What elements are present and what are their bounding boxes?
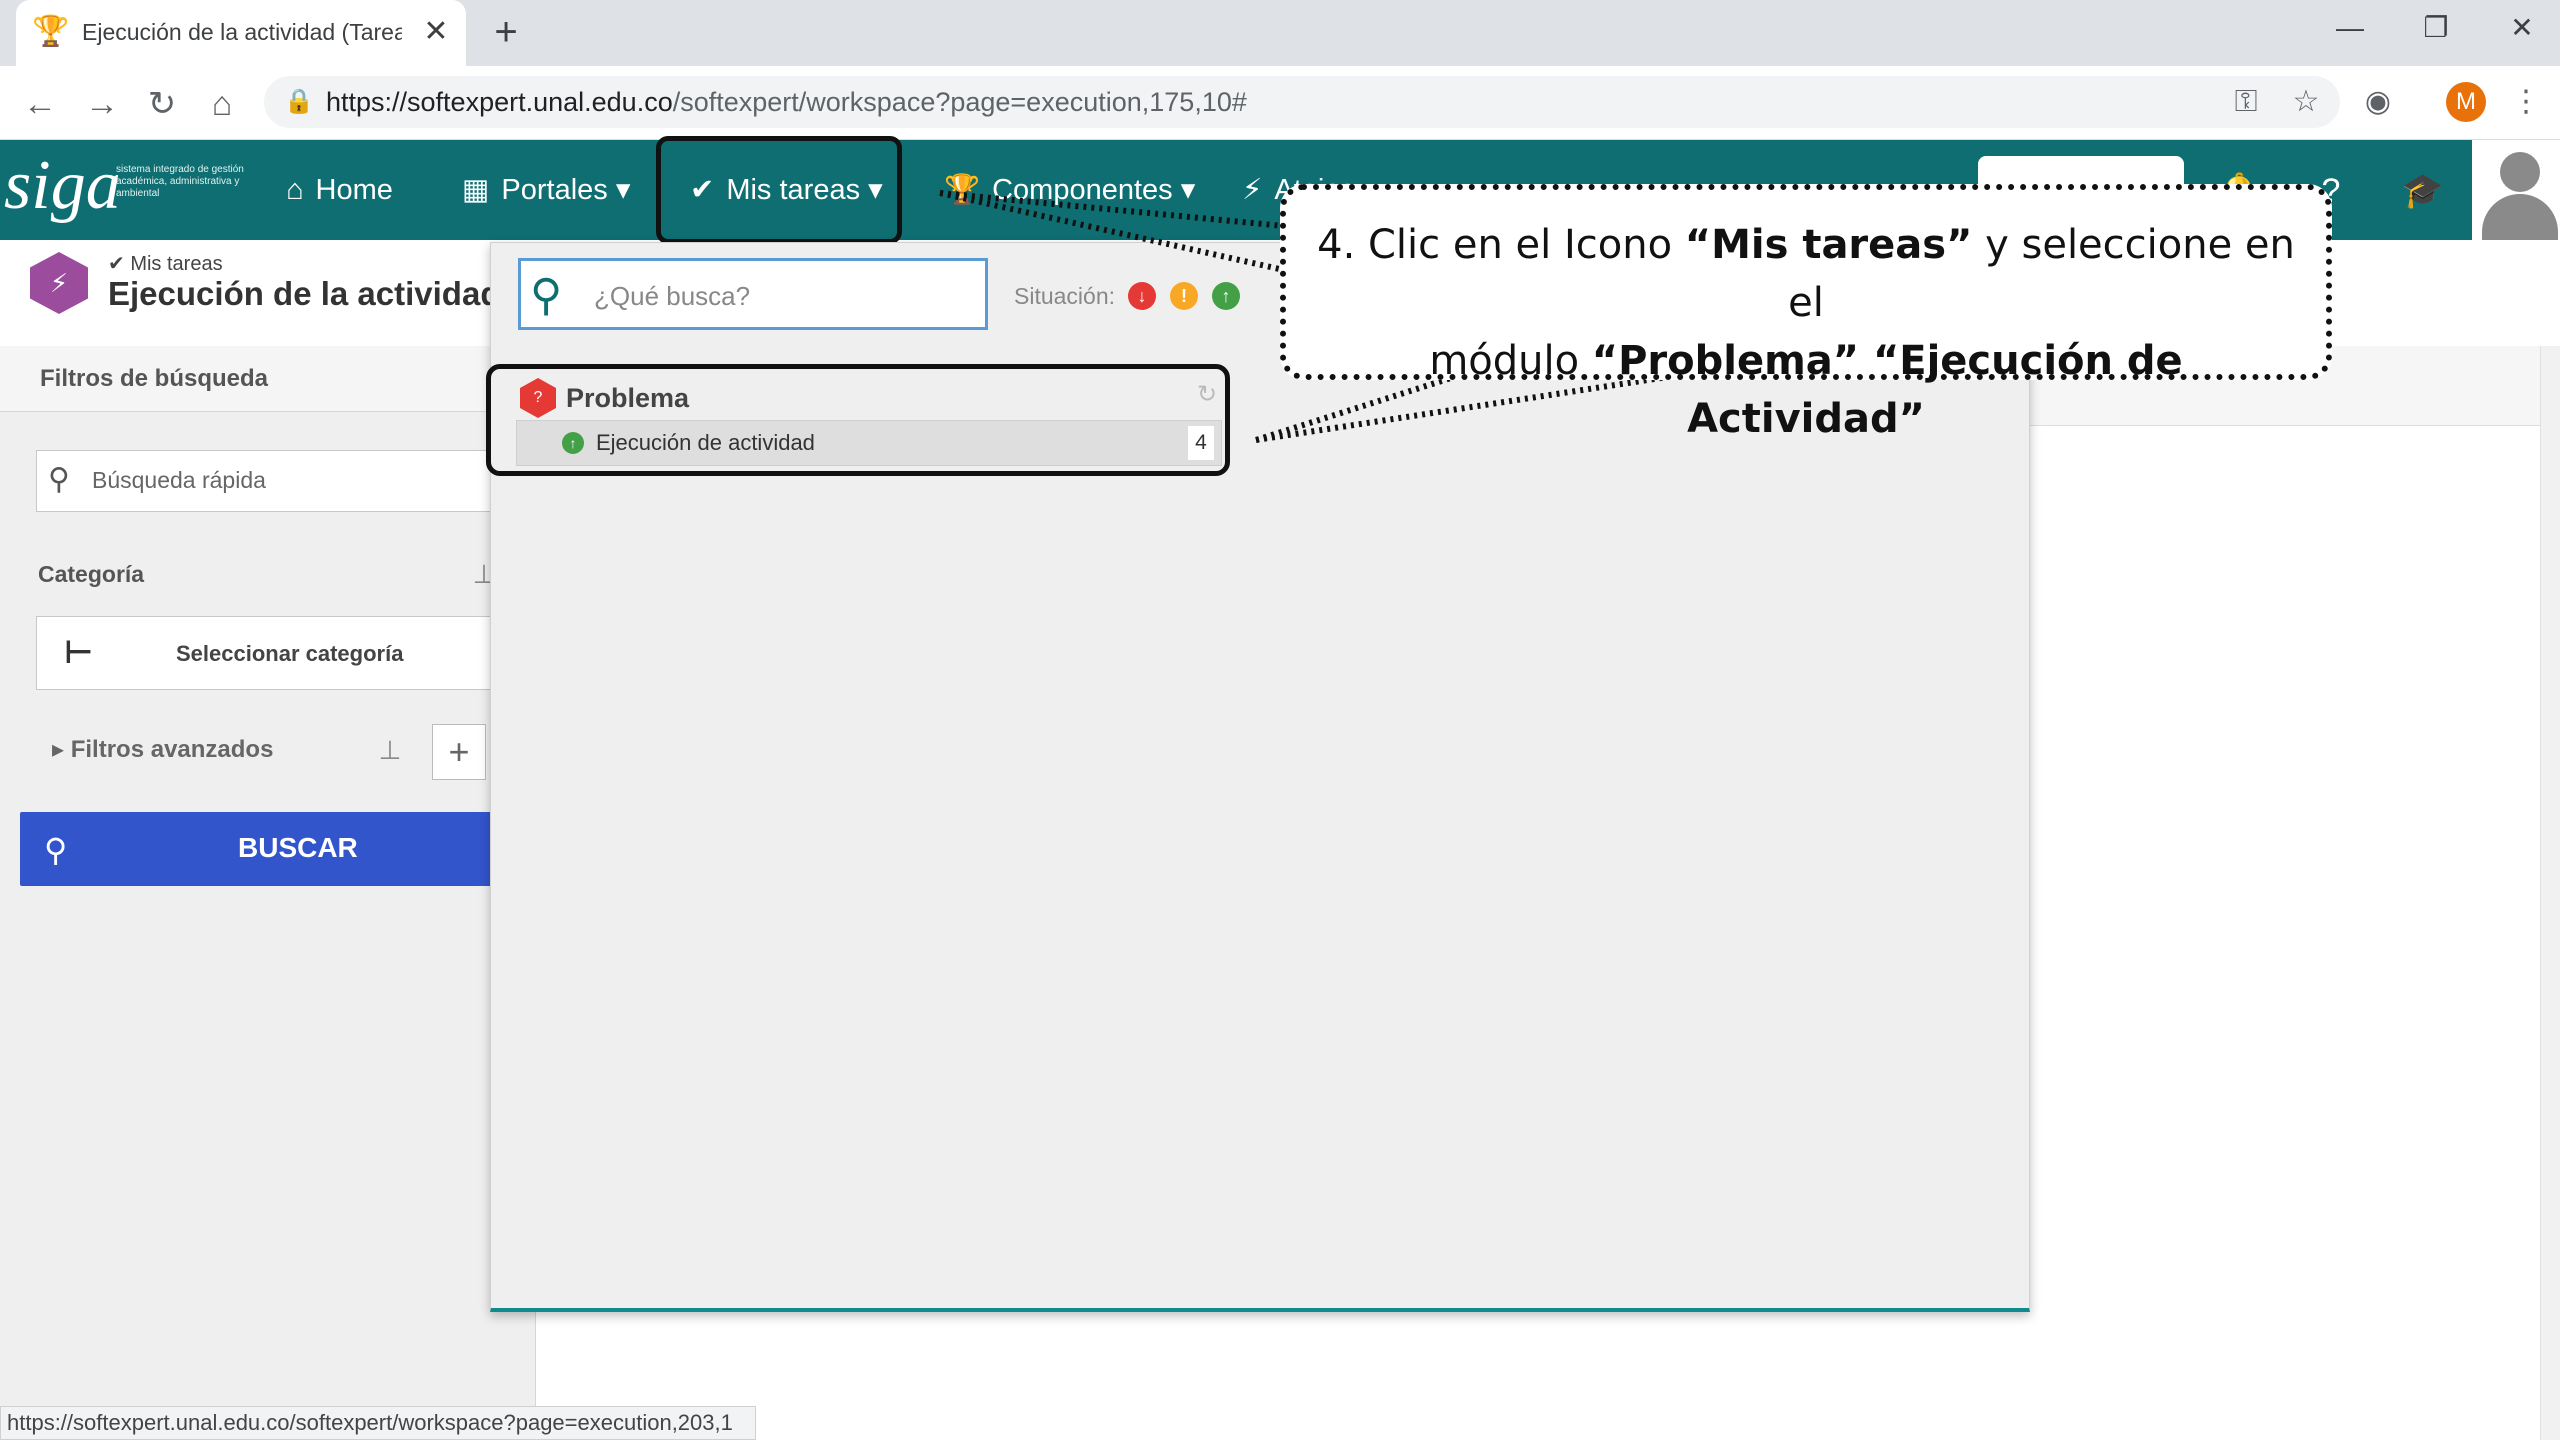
- home-icon: ⌂: [286, 174, 304, 206]
- activity-icon: ⚡: [30, 252, 88, 314]
- filter-panel-title: Filtros de búsqueda: [40, 365, 269, 392]
- home-icon[interactable]: ⌂: [200, 82, 244, 126]
- highlight-mis-tareas: [656, 136, 902, 244]
- quick-search-placeholder: Búsqueda rápida: [92, 467, 266, 493]
- situation-ontime-icon[interactable]: ↑: [1212, 282, 1240, 310]
- back-icon[interactable]: ←: [18, 82, 62, 126]
- trophy-icon: 🏆: [32, 15, 70, 48]
- status-bar-url: https://softexpert.unal.edu.co/softexper…: [0, 1406, 756, 1440]
- search-icon: ⚲: [44, 832, 68, 868]
- tab-title[interactable]: Ejecución de la actividad (Tarea): [82, 14, 402, 50]
- add-filter-button[interactable]: +: [432, 724, 486, 780]
- reload-icon[interactable]: ↻: [140, 82, 184, 126]
- caret-down-icon: ▾: [1172, 174, 1196, 206]
- situation-label: Situación:: [1014, 283, 1116, 309]
- menu-dots-icon[interactable]: ⋮: [2504, 80, 2548, 124]
- menu-portales[interactable]: ▦ Portales ▾: [462, 160, 630, 220]
- logo-subtitle: sistema integrado de gestión académica, …: [116, 164, 244, 199]
- eraser-icon[interactable]: ⊥: [378, 732, 402, 768]
- task-search-input[interactable]: [518, 258, 988, 330]
- url-text[interactable]: https://softexpert.unal.edu.co/softexper…: [326, 84, 1247, 120]
- category-label: Categoría: [38, 561, 145, 587]
- highlight-problema: [486, 364, 1230, 476]
- menu-home[interactable]: ⌂ Home: [286, 160, 393, 220]
- bolt-icon: ⚡: [1242, 174, 1263, 206]
- new-tab-icon[interactable]: +: [486, 12, 526, 52]
- caret-down-icon: ▾: [607, 174, 631, 206]
- user-silhouette-icon: [2500, 152, 2540, 192]
- task-search-placeholder: ¿Qué busca?: [594, 281, 751, 311]
- key-icon[interactable]: ⚿: [2224, 80, 2268, 124]
- breadcrumb[interactable]: ✔ Mis tareas: [108, 252, 223, 276]
- check-icon: ✔: [108, 253, 131, 275]
- close-window-icon[interactable]: ✕: [2492, 8, 2552, 48]
- lock-icon[interactable]: 🔒: [284, 86, 314, 118]
- menu-componentes[interactable]: 🏆 Componentes ▾: [944, 160, 1195, 220]
- search-icon: ⚲: [530, 271, 563, 320]
- grid-icon: ▦: [462, 174, 490, 206]
- advanced-filters-toggle[interactable]: ▸ Filtros avanzados: [52, 732, 273, 768]
- situation-late-icon[interactable]: ↓: [1128, 282, 1156, 310]
- search-button-label: BUSCAR: [238, 832, 358, 863]
- instruction-text: 4. Clic en el Icono “Mis tareas” y selec…: [1317, 222, 2295, 442]
- tree-icon: ⊢: [64, 634, 94, 670]
- forward-icon[interactable]: →: [80, 82, 124, 126]
- restore-icon[interactable]: ❐: [2406, 8, 2466, 48]
- situation-warning-icon[interactable]: !: [1170, 282, 1198, 310]
- search-icon: ⚲: [48, 463, 70, 496]
- close-tab-icon[interactable]: ✕: [418, 14, 454, 50]
- page-title: Ejecución de la actividad: [108, 275, 501, 312]
- siga-logo[interactable]: siga: [4, 148, 121, 224]
- minimize-icon[interactable]: —: [2320, 8, 2380, 48]
- star-icon[interactable]: ☆: [2284, 80, 2328, 124]
- trophy-icon: 🏆: [944, 174, 981, 206]
- extension-icon[interactable]: ◉: [2356, 80, 2400, 124]
- scrollbar[interactable]: [2540, 346, 2560, 1440]
- profile-avatar[interactable]: M: [2446, 82, 2486, 122]
- select-category-label: Seleccionar categoría: [176, 641, 404, 666]
- graduation-cap-icon[interactable]: 🎓: [2398, 166, 2448, 216]
- caret-right-icon: ▸: [52, 736, 71, 763]
